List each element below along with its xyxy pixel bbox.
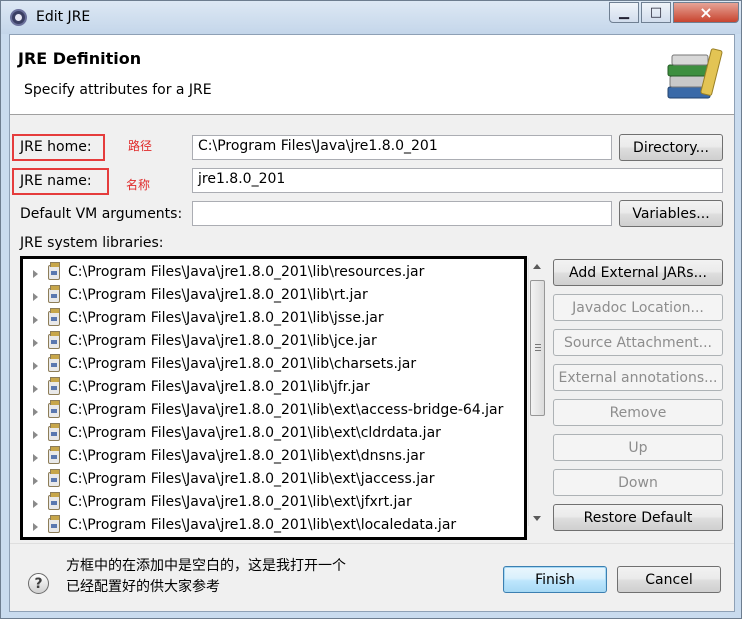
library-path: C:\Program Files\Java\jre1.8.0_201\lib\e… [68,402,504,418]
jar-icon [48,354,60,372]
library-path: C:\Program Files\Java\jre1.8.0_201\lib\r… [68,287,368,303]
grip-line [535,347,541,348]
eclipse-icon [10,9,27,26]
close-icon: × [699,3,713,22]
library-row[interactable]: C:\Program Files\Java\jre1.8.0_201\lib\j… [23,331,524,354]
expand-arrow-icon[interactable] [33,500,38,508]
expand-arrow-icon[interactable] [33,385,38,393]
library-row[interactable]: C:\Program Files\Java\jre1.8.0_201\lib\e… [23,469,524,492]
edit-jre-dialog: Edit JRE ▁ □ × JRE Definition Specify at… [0,0,742,619]
external-annotations-button[interactable]: External annotations... [553,364,723,391]
header-subtitle: Specify attributes for a JRE [24,82,212,98]
library-path: C:\Program Files\Java\jre1.8.0_201\lib\e… [68,517,457,533]
libraries-tree[interactable]: C:\Program Files\Java\jre1.8.0_201\lib\r… [20,256,527,540]
javadoc-location-button[interactable]: Javadoc Location... [553,294,723,321]
library-row[interactable]: C:\Program Files\Java\jre1.8.0_201\lib\e… [23,400,524,423]
jar-icon [48,492,60,510]
dialog-body: JRE Definition Specify attributes for a … [9,34,735,612]
dialog-header: JRE Definition Specify attributes for a … [10,35,734,115]
expand-arrow-icon[interactable] [33,477,38,485]
jar-icon [48,446,60,464]
library-row[interactable]: C:\Program Files\Java\jre1.8.0_201\lib\j… [23,377,524,400]
grip-line [535,344,541,345]
library-row[interactable]: C:\Program Files\Java\jre1.8.0_201\lib\e… [23,446,524,469]
expand-arrow-icon[interactable] [33,431,38,439]
grip-line [535,350,541,351]
expand-arrow-icon[interactable] [33,523,38,531]
help-icon[interactable]: ? [28,573,49,594]
note-line-1: 方框中的在添加中是空白的，这是我打开一个 [66,558,346,574]
expand-arrow-icon[interactable] [33,408,38,416]
cancel-button[interactable]: Cancel [617,566,721,593]
jre-home-label: JRE home: [20,139,92,155]
library-path: C:\Program Files\Java\jre1.8.0_201\lib\e… [68,494,412,510]
library-row[interactable]: C:\Program Files\Java\jre1.8.0_201\lib\e… [23,492,524,515]
source-attachment-button[interactable]: Source Attachment... [553,329,723,356]
jar-icon [48,423,60,441]
jar-icon [48,515,60,533]
scroll-down-icon[interactable] [533,516,541,521]
libraries-scrollbar[interactable] [528,258,545,526]
jar-icon [48,331,60,349]
scroll-thumb[interactable] [530,280,545,416]
library-path: C:\Program Files\Java\jre1.8.0_201\lib\j… [68,379,370,395]
jre-home-annotation: 路径 [128,139,153,153]
expand-arrow-icon[interactable] [33,454,38,462]
library-path: C:\Program Files\Java\jre1.8.0_201\lib\j… [68,333,377,349]
library-row[interactable]: C:\Program Files\Java\jre1.8.0_201\lib\c… [23,354,524,377]
jre-name-label: JRE name: [20,173,92,189]
add-external-jars-button[interactable]: Add External JARs... [553,259,723,286]
close-button[interactable]: × [673,2,739,23]
library-row[interactable]: C:\Program Files\Java\jre1.8.0_201\lib\r… [23,262,524,285]
library-row[interactable]: C:\Program Files\Java\jre1.8.0_201\lib\j… [23,308,524,331]
library-path: C:\Program Files\Java\jre1.8.0_201\lib\r… [68,264,425,280]
jar-icon [48,377,60,395]
header-title: JRE Definition [18,49,142,68]
library-row[interactable]: C:\Program Files\Java\jre1.8.0_201\lib\e… [23,423,524,446]
down-button[interactable]: Down [553,469,723,496]
expand-arrow-icon[interactable] [33,270,38,278]
jre-home-input[interactable]: C:\Program Files\Java\jre1.8.0_201 [192,135,612,160]
title-bar[interactable]: Edit JRE ▁ □ × [1,1,741,34]
minimize-icon: ▁ [619,5,629,20]
vm-args-input[interactable] [192,201,612,226]
expand-arrow-icon[interactable] [33,362,38,370]
jar-icon [48,469,60,487]
finish-button[interactable]: Finish [503,566,607,593]
jre-name-input[interactable]: jre1.8.0_201 [192,168,723,193]
note-line-2: 已经配置好的供大家参考 [66,579,220,595]
window-title: Edit JRE [36,9,91,25]
library-path: C:\Program Files\Java\jre1.8.0_201\lib\e… [68,471,435,487]
maximize-icon: □ [649,5,663,20]
libraries-label: JRE system libraries: [20,235,164,251]
scroll-up-icon[interactable] [533,264,541,269]
dialog-footer: ? 方框中的在添加中是空白的，这是我打开一个 已经配置好的供大家参考 Finis… [10,543,734,611]
maximize-button[interactable]: □ [641,2,671,23]
variables-button[interactable]: Variables... [619,200,723,227]
library-path: C:\Program Files\Java\jre1.8.0_201\lib\e… [68,425,441,441]
expand-arrow-icon[interactable] [33,316,38,324]
jar-icon [48,400,60,418]
vm-args-label: Default VM arguments: [20,206,183,222]
library-row[interactable]: C:\Program Files\Java\jre1.8.0_201\lib\r… [23,285,524,308]
library-row[interactable]: C:\Program Files\Java\jre1.8.0_201\lib\e… [23,515,524,537]
books-icon [667,48,723,99]
jre-name-annotation: 名称 [126,178,151,192]
annotation-note: 方框中的在添加中是空白的，这是我打开一个 已经配置好的供大家参考 [66,556,346,598]
library-path: C:\Program Files\Java\jre1.8.0_201\lib\j… [68,310,384,326]
library-path: C:\Program Files\Java\jre1.8.0_201\lib\c… [68,356,417,372]
remove-button[interactable]: Remove [553,399,723,426]
expand-arrow-icon[interactable] [33,339,38,347]
expand-arrow-icon[interactable] [33,293,38,301]
up-button[interactable]: Up [553,434,723,461]
jar-icon [48,308,60,326]
jar-icon [48,262,60,280]
directory-button[interactable]: Directory... [619,134,723,161]
minimize-button[interactable]: ▁ [609,2,639,23]
jar-icon [48,285,60,303]
library-path: C:\Program Files\Java\jre1.8.0_201\lib\e… [68,448,425,464]
restore-default-button[interactable]: Restore Default [553,504,723,531]
